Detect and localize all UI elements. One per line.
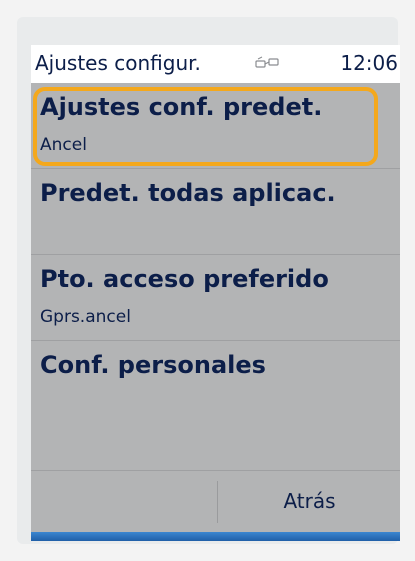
list-item-personal-settings[interactable]: Conf. personales	[31, 341, 400, 469]
softkey-bar: Atrás	[31, 470, 400, 531]
list-item-title: Conf. personales	[40, 351, 266, 379]
bottom-accent-stripe	[31, 532, 400, 541]
clock: 12:06	[340, 51, 398, 75]
softkey-divider	[217, 481, 218, 523]
phone-screen: Ajustes configur. 12:06 Ajustes conf. pr…	[31, 45, 400, 541]
connection-icon	[255, 56, 279, 68]
list-item-title: Pto. acceso preferido	[40, 265, 329, 293]
screen-title: Ajustes configur.	[35, 51, 201, 75]
list-item-default-all-apps[interactable]: Predet. todas aplicac.	[31, 169, 400, 255]
list-item-default-settings[interactable]: Ajustes conf. predet. Ancel	[31, 83, 400, 169]
status-bar: Ajustes configur. 12:06	[31, 45, 400, 83]
list-item-title: Ajustes conf. predet.	[40, 93, 323, 121]
softkey-left[interactable]	[31, 471, 217, 531]
list-item-subtitle: Gprs.ancel	[40, 307, 131, 327]
list-item-title: Predet. todas aplicac.	[40, 179, 336, 207]
list-item-preferred-access-point[interactable]: Pto. acceso preferido Gprs.ancel	[31, 255, 400, 341]
back-softkey[interactable]: Atrás	[219, 471, 400, 531]
list-item-subtitle: Ancel	[40, 135, 87, 155]
